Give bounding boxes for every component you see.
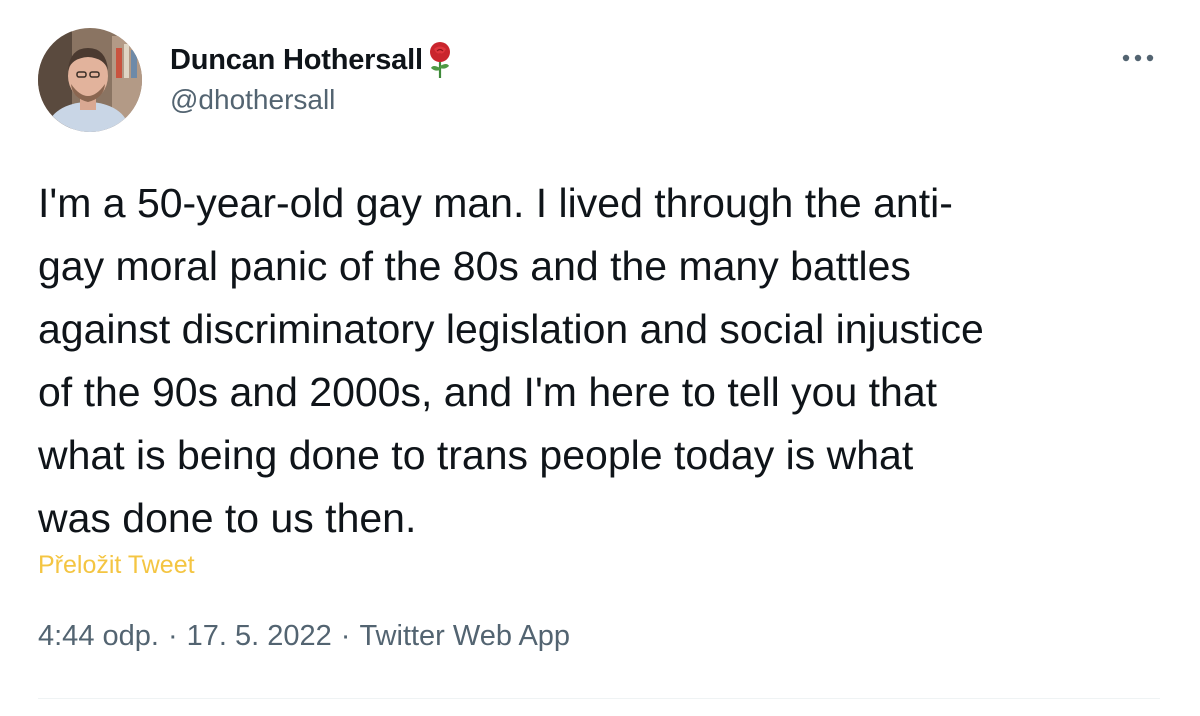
tweet-text: I'm a 50-year-old gay man. I lived throu… [38,180,984,541]
separator: · [167,620,178,652]
more-button[interactable] [1116,46,1160,70]
divider [38,698,1160,699]
tweet-date[interactable]: 17. 5. 2022 [187,620,332,653]
display-name-row: Duncan Hothersall [170,40,453,80]
avatar[interactable] [38,28,142,132]
handle[interactable]: @dhothersall [170,84,453,116]
more-horizontal-icon [1122,54,1154,62]
profile-photo [38,28,142,132]
tweet-metadata: 4:44 odp. · 17. 5. 2022 · Twitter Web Ap… [38,620,570,653]
author-block[interactable]: Duncan Hothersall @dhothersall [170,40,453,116]
tweet-time[interactable]: 4:44 odp. [38,620,159,653]
display-name[interactable]: Duncan Hothersall [170,44,423,77]
rose-icon [427,40,453,80]
translate-tweet-link[interactable]: Přeložit Tweet [38,551,195,580]
separator: · [340,620,351,652]
tweet-source[interactable]: Twitter Web App [359,620,570,653]
